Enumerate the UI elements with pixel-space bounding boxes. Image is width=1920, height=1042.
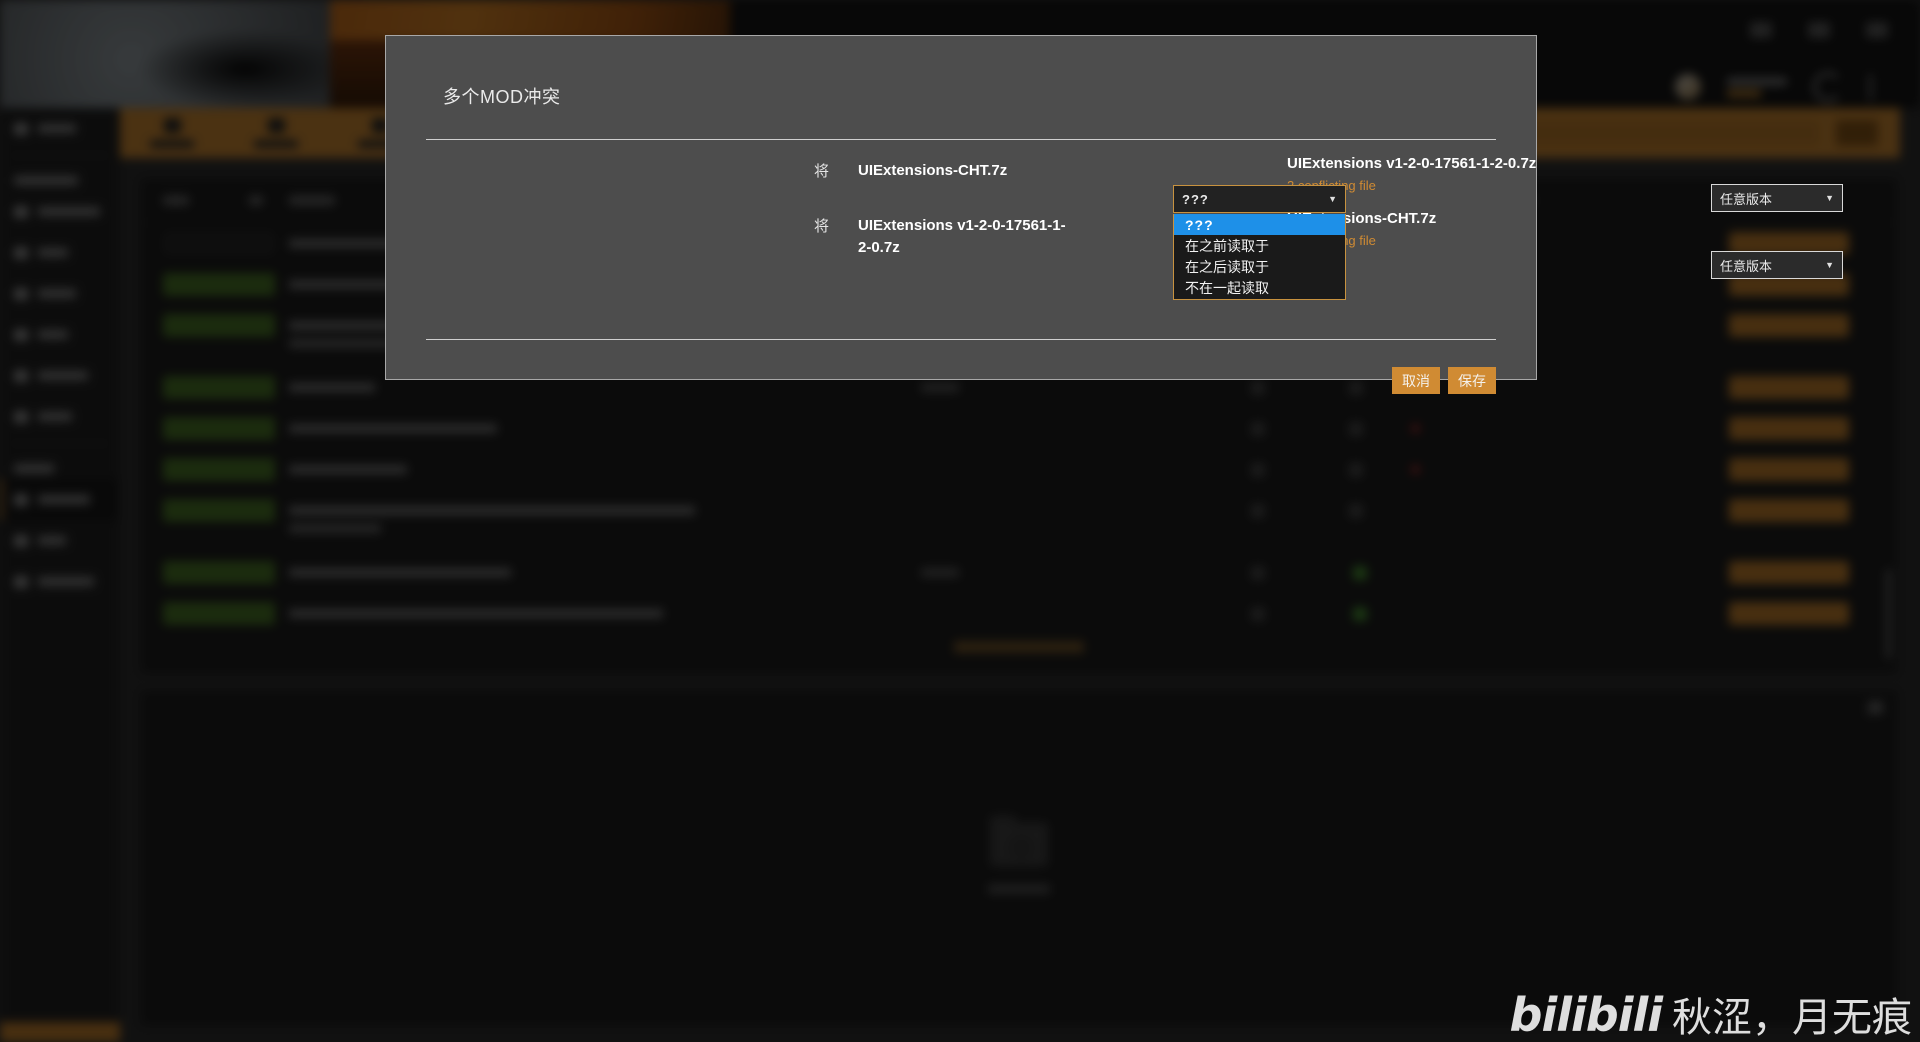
dropdown-option-do-not-load-together[interactable]: 不在一起读取: [1174, 277, 1345, 298]
conflict-left-mod-name: UIExtensions-CHT.7z: [858, 162, 1008, 179]
load-order-select[interactable]: ??? ▼: [1173, 185, 1346, 213]
version-select-row-1[interactable]: 任意版本 ▼: [1711, 184, 1843, 212]
dropdown-option-load-after[interactable]: 在之后读取于: [1174, 256, 1345, 277]
version-select-value: 任意版本: [1720, 258, 1773, 274]
chevron-down-icon: ▼: [1328, 193, 1337, 204]
cancel-button[interactable]: 取消: [1392, 367, 1440, 394]
conflict-prefix-label: 将: [814, 163, 830, 180]
dialog-footer-buttons: 取消 保存: [1392, 367, 1496, 394]
version-select-value: 任意版本: [1720, 191, 1773, 207]
mod-conflict-dialog: 多个MOD冲突 将 UIExtensions-CHT.7z UIExtensio…: [385, 35, 1843, 394]
conflict-right-mod-name: UIExtensions v1-2-0-17561-1-2-0.7z: [1287, 155, 1537, 172]
dialog-title-divider: [426, 139, 1496, 140]
save-button[interactable]: 保存: [1448, 367, 1496, 394]
dialog-footer-divider: [426, 339, 1496, 340]
chevron-down-icon: ▼: [1825, 192, 1834, 203]
conflict-left-mod-name: UIExtensions v1-2-0-17561-1-2-0.7z: [858, 217, 1066, 256]
dialog-title: 多个MOD冲突: [443, 87, 561, 107]
chevron-down-icon: ▼: [1825, 259, 1834, 270]
dropdown-option-unset[interactable]: ???: [1174, 214, 1345, 235]
load-order-select-value: ???: [1182, 191, 1209, 207]
dropdown-option-load-before[interactable]: 在之前读取于: [1174, 235, 1345, 256]
version-select-row-2[interactable]: 任意版本 ▼: [1711, 251, 1843, 279]
conflict-prefix-label: 将: [814, 218, 830, 235]
load-order-dropdown-menu[interactable]: ??? 在之前读取于 在之后读取于 不在一起读取: [1173, 214, 1346, 300]
